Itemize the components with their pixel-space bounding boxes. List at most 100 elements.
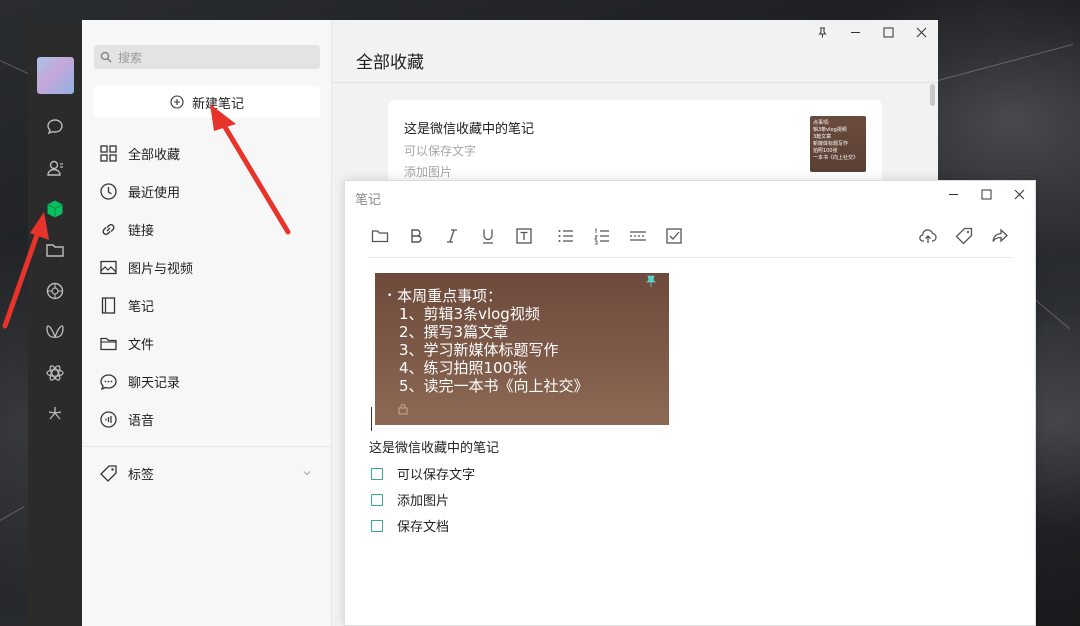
- checklist-item[interactable]: 添加图片: [371, 490, 449, 509]
- search-icon: [100, 51, 112, 63]
- search-input[interactable]: 搜索: [94, 45, 320, 69]
- pin-marker-icon: [646, 275, 656, 287]
- editor-window-controls: [937, 182, 1036, 206]
- window-controls: [806, 20, 938, 44]
- image-list-item: 1、剪辑3条vlog视频: [399, 305, 540, 323]
- sidebar-item-label: 链接: [128, 223, 155, 239]
- mini-program-icon[interactable]: [44, 362, 66, 384]
- image-list-item: 4、练习拍照100张: [399, 359, 528, 377]
- note-editor-window: 笔记 • 本周重点事项： 1、剪辑3条vlog视频 2、撰写3篇文章 3、学习新…: [344, 180, 1036, 626]
- thumb-text: 辑3条vlog视频: [813, 127, 847, 133]
- sidebar-item-files[interactable]: 文件: [82, 324, 332, 362]
- sidebar-item-links[interactable]: 链接: [82, 210, 332, 248]
- checkbox[interactable]: [371, 493, 383, 506]
- maximize-icon[interactable]: [872, 20, 905, 44]
- sidebar-item-label: 文件: [128, 337, 155, 353]
- share-arrow-icon[interactable]: [989, 225, 1011, 247]
- search-spark-icon[interactable]: [44, 403, 66, 425]
- tag-icon[interactable]: [953, 225, 975, 247]
- sidebar-item-tags[interactable]: 标签: [82, 454, 332, 492]
- thumb-text: 新媒体标题写作: [813, 141, 849, 147]
- new-note-label: 新建笔记: [191, 96, 244, 112]
- divider-line-icon[interactable]: [627, 225, 649, 247]
- clock-icon: [100, 182, 117, 200]
- card-thumbnail: 点事项: 辑3条vlog视频 3篇文章 新媒体标题写作 拍照100张 一本书《向…: [810, 116, 866, 172]
- lock-icon: [398, 404, 408, 415]
- underline-icon[interactable]: [477, 225, 499, 247]
- embedded-image[interactable]: • 本周重点事项： 1、剪辑3条vlog视频 2、撰写3篇文章 3、学习新媒体标…: [375, 273, 669, 425]
- favorites-cube-icon[interactable]: [44, 198, 66, 220]
- checklist-item[interactable]: 可以保存文字: [371, 464, 475, 483]
- minimize-icon[interactable]: [937, 182, 970, 206]
- sidebar-item-label: 笔记: [128, 299, 155, 315]
- checklist-label: 添加图片: [397, 494, 450, 509]
- voice-icon: [100, 410, 117, 428]
- favorites-sidebar: 搜索 新建笔记 全部收藏 最近使用 链接 图片与视频 笔记 文件 聊天记录 语音…: [82, 20, 332, 626]
- thumb-text: 点事项:: [813, 120, 830, 126]
- checklist-label: 可以保存文字: [397, 468, 476, 483]
- chevron-down-icon[interactable]: [302, 468, 312, 478]
- close-icon[interactable]: [1003, 182, 1036, 206]
- image-list-item: 2、撰写3篇文章: [399, 323, 509, 341]
- cloud-upload-icon[interactable]: [917, 225, 939, 247]
- numbered-list-icon[interactable]: [591, 225, 613, 247]
- card-line: 可以保存文字: [404, 144, 477, 158]
- italic-icon[interactable]: [441, 225, 463, 247]
- chat-rail-icon[interactable]: [44, 116, 66, 138]
- files-folder-icon[interactable]: [44, 239, 66, 261]
- search-placeholder: 搜索: [118, 50, 143, 65]
- toolbar-divider: [369, 257, 1013, 258]
- bold-icon[interactable]: [405, 225, 427, 247]
- sidebar-item-label: 标签: [128, 467, 155, 483]
- header-divider: [332, 82, 938, 83]
- card-title: 这是微信收藏中的笔记: [404, 122, 535, 137]
- checklist-item[interactable]: 保存文档: [371, 516, 449, 535]
- pin-icon[interactable]: [806, 20, 839, 44]
- sidebar-item-notes[interactable]: 笔记: [82, 286, 332, 324]
- editor-actions: [917, 225, 1011, 247]
- sidebar-item-all-favorites[interactable]: 全部收藏: [82, 134, 332, 172]
- tag-icon: [100, 464, 117, 482]
- channels-butterfly-icon[interactable]: [44, 321, 66, 343]
- text-cursor: [371, 407, 372, 431]
- sidebar-item-chat-history[interactable]: 聊天记录: [82, 362, 332, 400]
- insert-file-icon[interactable]: [369, 225, 391, 247]
- note-text-line[interactable]: 这是微信收藏中的笔记: [369, 437, 499, 456]
- page-title: 全部收藏: [356, 53, 424, 73]
- minimize-icon[interactable]: [839, 20, 872, 44]
- link-icon: [102, 223, 115, 235]
- new-note-button[interactable]: 新建笔记: [94, 86, 320, 118]
- bulleted-list-icon[interactable]: [555, 225, 577, 247]
- format-toolbar: [369, 225, 685, 247]
- sidebar-divider: [82, 446, 332, 447]
- image-icon: [100, 260, 117, 274]
- folder-icon: [100, 337, 117, 350]
- maximize-icon[interactable]: [970, 182, 1003, 206]
- text-style-icon[interactable]: [513, 225, 535, 247]
- avatar[interactable]: [36, 57, 74, 94]
- thumb-text: 拍照100张: [813, 148, 838, 154]
- sidebar-item-media[interactable]: 图片与视频: [82, 248, 332, 286]
- sidebar-item-label: 聊天记录: [128, 375, 181, 391]
- contacts-icon[interactable]: [44, 157, 66, 179]
- moments-aperture-icon[interactable]: [44, 280, 66, 302]
- sidebar-item-label: 全部收藏: [128, 147, 181, 163]
- sidebar-item-recent[interactable]: 最近使用: [82, 172, 332, 210]
- notebook-icon: [101, 296, 116, 314]
- sidebar-nav: 全部收藏 最近使用 链接 图片与视频 笔记 文件 聊天记录 语音: [82, 134, 332, 438]
- checklist-label: 保存文档: [397, 520, 450, 535]
- sidebar-item-label: 图片与视频: [128, 261, 194, 277]
- image-list-item: 3、学习新媒体标题写作: [399, 341, 559, 359]
- editor-title: 笔记: [355, 193, 382, 208]
- card-line: 添加图片: [404, 165, 453, 179]
- thumb-text: 一本书《向上社交》: [813, 155, 859, 161]
- sidebar-item-voice[interactable]: 语音: [82, 400, 332, 438]
- scrollbar[interactable]: [930, 84, 935, 106]
- checkbox[interactable]: [371, 467, 383, 480]
- checkbox[interactable]: [371, 519, 383, 532]
- plus-circle-icon: [170, 95, 184, 109]
- close-icon[interactable]: [905, 20, 938, 44]
- thumb-text: 3篇文章: [813, 134, 832, 140]
- sidebar-item-label: 最近使用: [128, 185, 181, 201]
- checkbox-list-icon[interactable]: [663, 225, 685, 247]
